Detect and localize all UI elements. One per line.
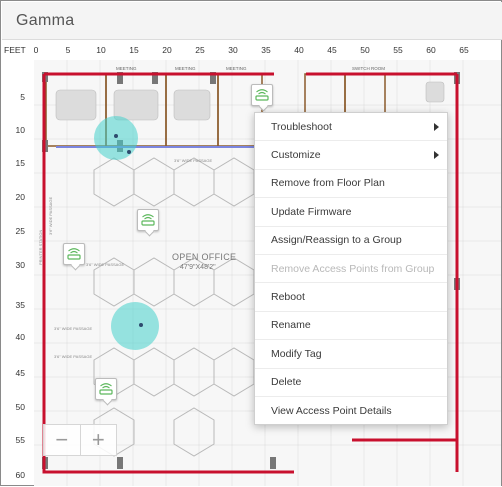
access-point-marker[interactable] xyxy=(63,243,85,265)
coverage-circle xyxy=(111,302,159,350)
room-label: MEETING xyxy=(226,66,247,71)
ruler-unit: FEET xyxy=(4,45,26,55)
menu-item-label: Update Firmware xyxy=(271,205,352,218)
ruler-y-tick: 50 xyxy=(15,402,25,412)
menu-item-update-firmware[interactable]: Update Firmware xyxy=(255,198,447,227)
menu-item-label: Reboot xyxy=(271,291,305,304)
passage-label: 3'6" WIDE PASSAGE xyxy=(54,354,93,359)
ruler-y-tick: 35 xyxy=(15,300,25,310)
zoom-out-button[interactable]: − xyxy=(44,425,80,455)
ruler-y-tick: 15 xyxy=(15,158,25,168)
menu-item-label: Rename xyxy=(271,319,311,332)
access-point-context-menu: Troubleshoot Customize Remove from Floor… xyxy=(254,112,448,425)
menu-item-rename[interactable]: Rename xyxy=(255,312,447,341)
room-dimension-label: 47'9"X48'2" xyxy=(180,264,216,271)
menu-item-modify-tag[interactable]: Modify Tag xyxy=(255,340,447,369)
chevron-right-icon xyxy=(434,122,439,131)
wifi-router-icon xyxy=(67,248,81,260)
access-point-marker[interactable] xyxy=(251,84,273,106)
wifi-router-icon xyxy=(99,383,113,395)
ruler-x-tick: 10 xyxy=(96,45,106,55)
ruler-y-tick: 25 xyxy=(15,226,25,236)
ruler-x-tick: 55 xyxy=(393,45,403,55)
wifi-router-icon xyxy=(141,214,155,226)
client-dot xyxy=(139,323,143,327)
ruler-x-tick: 35 xyxy=(261,45,271,55)
menu-item-label: Customize xyxy=(271,149,321,162)
ruler-x-tick: 50 xyxy=(360,45,370,55)
passage-label: 3'6" WIDE PASSAGE xyxy=(86,262,125,267)
ruler-y-tick: 55 xyxy=(15,435,25,445)
menu-item-remove-from-group: Remove Access Points from Group xyxy=(255,255,447,284)
room-label: MEETING xyxy=(116,66,137,71)
menu-item-reboot[interactable]: Reboot xyxy=(255,283,447,312)
floor-plan-window: Gamma FEET 0 5 10 15 20 25 30 35 40 45 5… xyxy=(0,0,502,486)
printer-station-label: PRINTER STATION xyxy=(38,229,43,265)
menu-item-label: Remove from Floor Plan xyxy=(271,177,385,190)
access-point-marker[interactable] xyxy=(137,209,159,231)
menu-item-delete[interactable]: Delete xyxy=(255,369,447,397)
passage-label: 3'6" WIDE PASSAGE xyxy=(54,326,93,331)
menu-item-customize[interactable]: Customize xyxy=(255,141,447,170)
ruler-x-tick: 20 xyxy=(162,45,172,55)
client-dot xyxy=(114,134,118,138)
menu-item-label: View Access Point Details xyxy=(271,405,392,418)
menu-item-assign-to-group[interactable]: Assign/Reassign to a Group xyxy=(255,227,447,255)
menu-item-view-details[interactable]: View Access Point Details xyxy=(255,397,447,425)
ruler-x-tick: 30 xyxy=(228,45,238,55)
ruler-y-tick: 5 xyxy=(20,92,25,102)
ruler-y-tick: 10 xyxy=(15,125,25,135)
passage-label: 3'6" WIDE PASSAGE xyxy=(174,158,213,163)
menu-item-label: Assign/Reassign to a Group xyxy=(271,234,402,247)
ruler-x-tick: 25 xyxy=(195,45,205,55)
menu-item-label: Remove Access Points from Group xyxy=(271,262,435,275)
room-label: MEETING xyxy=(175,66,196,71)
floor-plan-title: Gamma xyxy=(16,12,75,29)
ruler-x-tick: 40 xyxy=(294,45,304,55)
ruler-x-tick: 0 xyxy=(33,45,39,55)
ruler-x-tick: 5 xyxy=(65,45,71,55)
ruler-y-tick: 20 xyxy=(15,192,25,202)
chevron-right-icon xyxy=(434,151,439,160)
vertical-ruler: 5 10 15 20 25 30 35 40 45 50 55 60 xyxy=(1,59,31,487)
ruler-x-tick: 65 xyxy=(459,45,469,55)
zoom-in-button[interactable]: + xyxy=(79,425,117,455)
menu-item-remove-from-floor-plan[interactable]: Remove from Floor Plan xyxy=(255,170,447,199)
ruler-y-tick: 30 xyxy=(15,260,25,270)
menu-item-label: Delete xyxy=(271,376,302,389)
access-point-marker[interactable] xyxy=(95,378,117,400)
panel-header: Gamma xyxy=(2,2,502,40)
menu-item-label: Troubleshoot xyxy=(271,120,332,133)
ruler-x-tick: 60 xyxy=(426,45,436,55)
passage-label: 3'6" WIDE PASSAGE xyxy=(48,196,53,235)
client-dot xyxy=(127,150,131,154)
ruler-y-tick: 40 xyxy=(15,332,25,342)
menu-item-troubleshoot[interactable]: Troubleshoot xyxy=(255,113,447,142)
ruler-x-tick: 15 xyxy=(129,45,139,55)
room-label: OPEN OFFICE xyxy=(172,252,237,262)
menu-item-label: Modify Tag xyxy=(271,347,322,360)
room-label: SWITCH ROOM xyxy=(352,66,385,71)
zoom-control: − + xyxy=(43,424,117,456)
horizontal-ruler: FEET 0 5 10 15 20 25 30 35 40 45 50 55 6… xyxy=(1,45,501,59)
ruler-y-tick: 60 xyxy=(15,470,25,480)
wifi-router-icon xyxy=(255,89,269,101)
ruler-x-tick: 45 xyxy=(327,45,337,55)
ruler-y-tick: 45 xyxy=(15,368,25,378)
